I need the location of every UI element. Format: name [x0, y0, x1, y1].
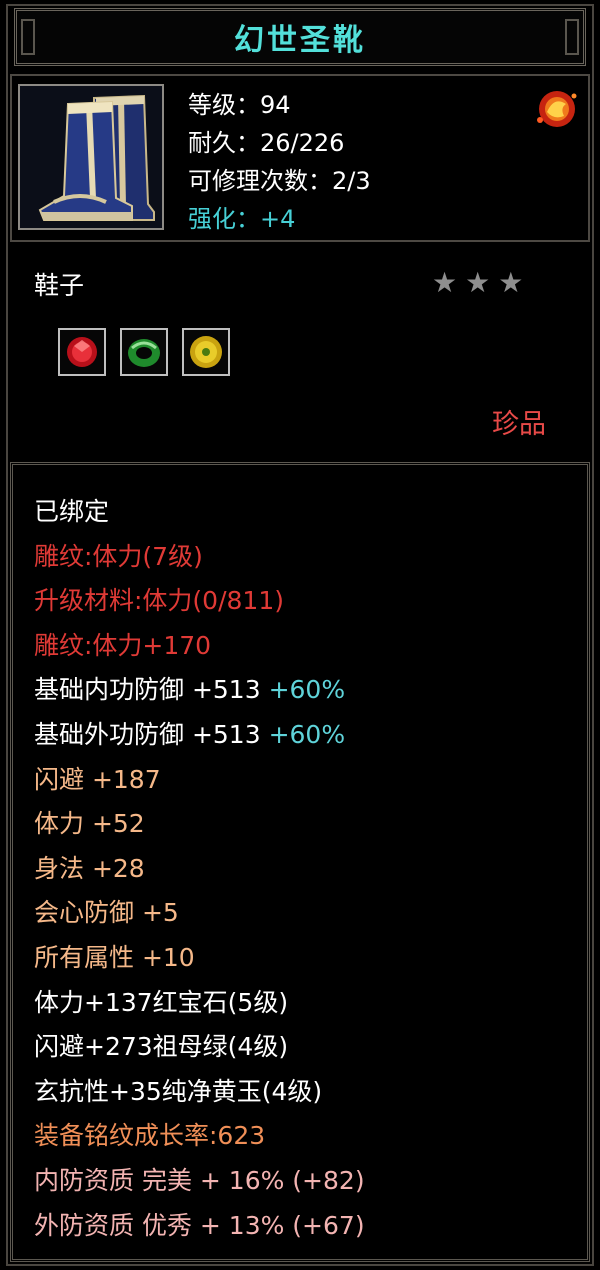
red-gem-icon [58, 328, 106, 376]
attr-upgrade-material: 升级材料:体力(0/811) [34, 586, 284, 616]
quality-label: 珍品 [492, 409, 546, 440]
attr-growth-rate: 装备铭纹成长率:623 [34, 1121, 266, 1151]
attribute-list: 已绑定 雕纹:体力(7级) 升级材料:体力(0/811) 雕纹:体力+170 基… [34, 490, 365, 1248]
attr-all-stats: 所有属性 +10 [34, 942, 195, 972]
boots-icon [18, 84, 164, 230]
gem-sockets [58, 328, 230, 376]
attr-dodge: 闪避 +187 [34, 764, 161, 794]
star-rating: ★ ★ ★ [432, 266, 523, 300]
item-title: 幻世圣靴 [234, 23, 366, 58]
attr-gem-emerald: 闪避+273祖母绿(4级) [34, 1032, 289, 1062]
star-icon: ★ [432, 266, 458, 299]
star-icon: ★ [465, 266, 491, 299]
attr-gem-topaz: 玄抗性+35纯净黄玉(4级) [34, 1076, 323, 1106]
fire-dragon-emblem-icon [530, 86, 582, 132]
yellow-jade-icon [182, 328, 230, 376]
attr-crit-defense: 会心防御 +5 [34, 898, 179, 928]
attr-bound: 已绑定 [34, 497, 110, 526]
green-jade-icon [120, 328, 168, 376]
stat-enhance: 强化：+4 [188, 205, 296, 233]
attr-gem-ruby: 体力+137红宝石(5级) [34, 987, 289, 1017]
attr-outer-defense: 基础外功防御 +513 +60% [34, 719, 346, 749]
attr-outer-quality: 外防资质 优秀 + 13% (+67) [34, 1210, 365, 1240]
attr-engrave-level: 雕纹:体力(7级) [34, 541, 203, 571]
stat-repair-count: 可修理次数：2/3 [188, 167, 371, 195]
attr-agility: 身法 +28 [34, 853, 145, 883]
attr-vitality: 体力 +52 [34, 809, 145, 839]
item-type: 鞋子 [34, 271, 85, 300]
attr-inner-defense: 基础内功防御 +513 +60% [34, 675, 346, 705]
stat-level: 等级：94 [188, 91, 291, 119]
item-stats: 等级：94 耐久：26/226 可修理次数：2/3 强化：+4 [188, 86, 371, 238]
star-icon: ★ [498, 266, 524, 299]
attr-engrave-bonus: 雕纹:体力+170 [34, 630, 212, 660]
stat-durability: 耐久：26/226 [188, 129, 345, 157]
attr-inner-quality: 内防资质 完美 + 16% (+82) [34, 1165, 365, 1195]
title-bar: 幻世圣靴 [14, 8, 586, 66]
